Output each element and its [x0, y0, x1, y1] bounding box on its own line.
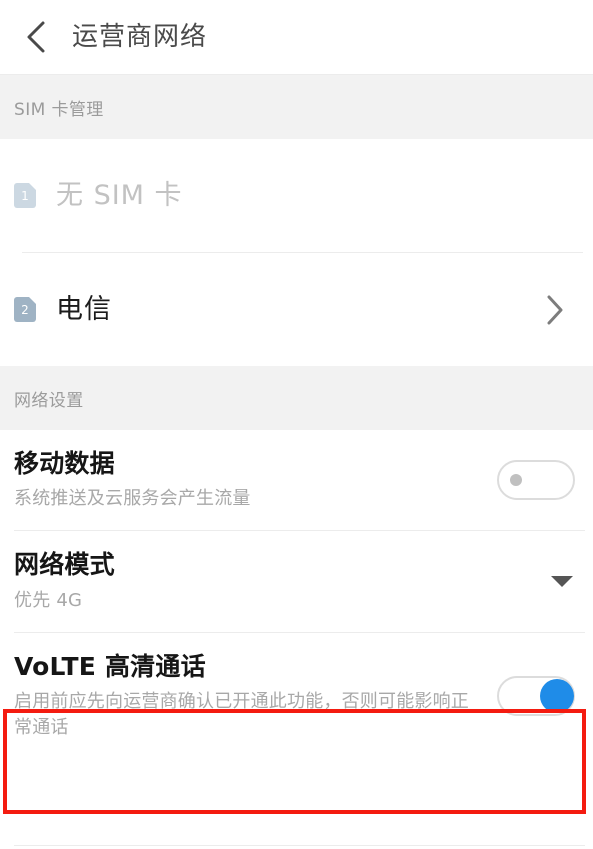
chevron-right-icon[interactable]: [535, 290, 575, 330]
page-title: 运营商网络: [72, 22, 208, 52]
row-volte-accessory: [497, 675, 575, 716]
row-network-mode-accessory[interactable]: [549, 569, 575, 595]
row-volte[interactable]: VoLTE 高清通话 启用前应先向运营商确认已开通此功能，否则可能影响正常通话: [0, 632, 593, 760]
row-mobile-data-subtitle: 系统推送及云服务会产生流量: [14, 488, 251, 510]
sim-row-2[interactable]: 2 电信: [0, 253, 593, 366]
row-mobile-data-accessory: [497, 460, 575, 501]
caret-triangle: [551, 576, 573, 588]
section-header-sim-management: SIM 卡管理: [0, 75, 593, 139]
row-network-mode-title: 网络模式: [14, 550, 115, 580]
sim-badge-corner: [29, 183, 36, 190]
row-mobile-data-title: 移动数据: [14, 449, 115, 478]
sim-row-2-label: 电信: [56, 294, 112, 325]
caret-down-icon[interactable]: [549, 569, 575, 595]
sim-row-1-main: 无 SIM 卡: [56, 182, 575, 209]
row-network-mode-main: 网络模式 优先 4G: [14, 549, 549, 613]
toggle-knob: [510, 474, 522, 487]
operator-network-settings-screen: 运营商网络 SIM 卡管理 1 无 SIM 卡 2 电信 网络设置 移动数据 系…: [0, 0, 593, 849]
volte-toggle[interactable]: [497, 675, 575, 716]
toggle-knob: [540, 678, 574, 713]
sim-badge-corner: [29, 297, 36, 304]
row-volte-main: VoLTE 高清通话 启用前应先向运营商确认已开通此功能，否则可能影响正常通话: [14, 651, 497, 741]
sim-row-2-main: 电信: [56, 296, 535, 323]
row-volte-subtitle: 启用前应先向运营商确认已开通此功能，否则可能影响正常通话: [14, 690, 469, 739]
section-header-network-settings: 网络设置: [0, 366, 593, 430]
sim-row-2-accessory[interactable]: [535, 290, 575, 330]
row-network-mode-subtitle: 优先 4G: [14, 589, 83, 611]
sim-row-1-label: 无 SIM 卡: [56, 180, 183, 211]
row-network-mode[interactable]: 网络模式 优先 4G: [0, 531, 593, 632]
row-mobile-data-main: 移动数据 系统推送及云服务会产生流量: [14, 448, 497, 512]
row-mobile-data[interactable]: 移动数据 系统推送及云服务会产生流量: [0, 430, 593, 531]
sim-badge-number: 1: [21, 188, 29, 203]
chevron-left-icon: [24, 20, 48, 54]
section-header-label: SIM 卡管理: [14, 99, 104, 120]
list-divider: [14, 845, 585, 846]
sim-row-1[interactable]: 1 无 SIM 卡: [0, 139, 593, 252]
row-volte-title: VoLTE 高清通话: [14, 651, 206, 681]
sim-badge-number: 2: [21, 302, 29, 317]
sim-card-1-icon: 1: [14, 183, 36, 208]
section-header-label: 网络设置: [14, 390, 84, 411]
back-button[interactable]: [14, 15, 58, 59]
mobile-data-toggle[interactable]: [497, 460, 575, 501]
network-settings-list: 移动数据 系统推送及云服务会产生流量 网络模式 优先 4G VoLTE 高清通话…: [0, 430, 593, 760]
app-bar: 运营商网络: [0, 0, 593, 75]
sim-card-2-icon: 2: [14, 297, 36, 322]
sim-list: 1 无 SIM 卡 2 电信: [0, 139, 593, 366]
